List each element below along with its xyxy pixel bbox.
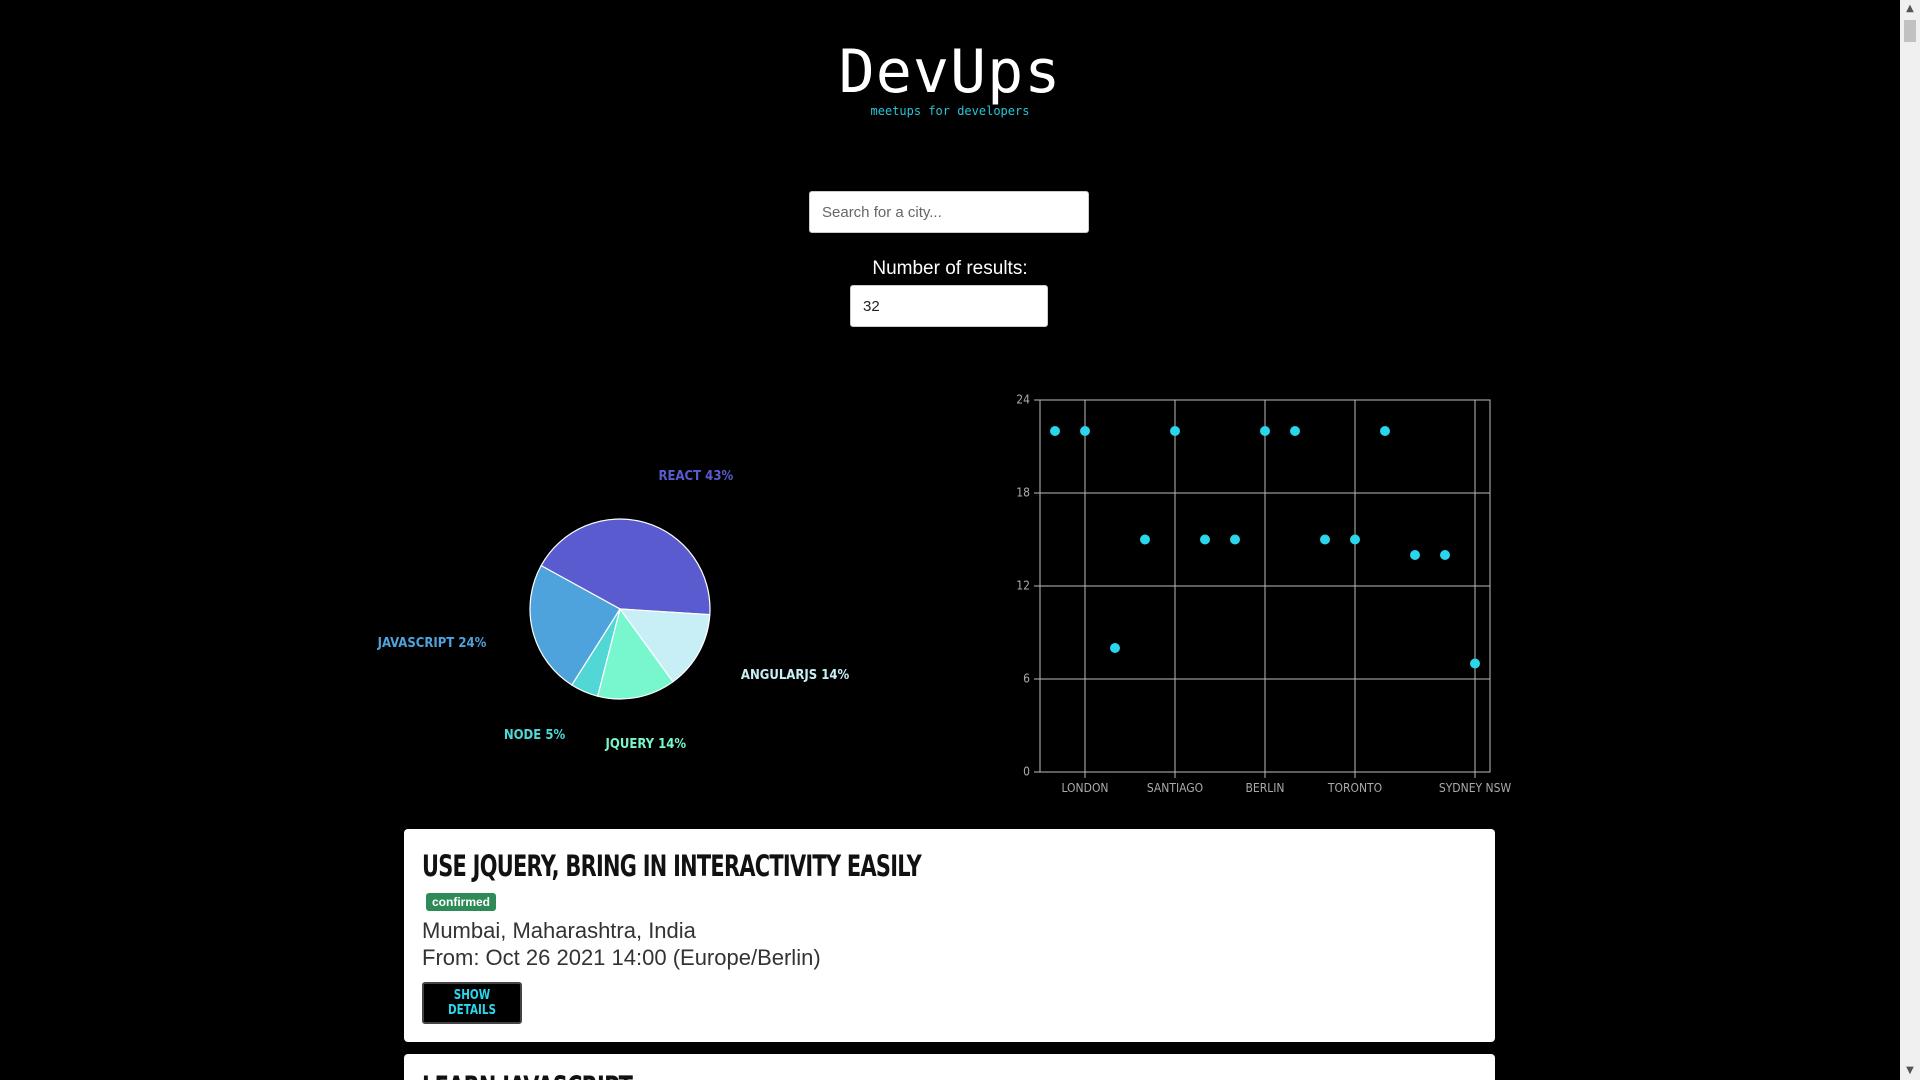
show-details-button[interactable]: Show details	[422, 982, 522, 1024]
scroll-down-icon[interactable]: ▼	[1900, 1062, 1920, 1080]
scatter-point[interactable]	[1290, 426, 1300, 436]
pie-label-jquery: JQUERY 14%	[605, 737, 687, 752]
status-badge: confirmed	[426, 893, 497, 911]
scatter-point[interactable]	[1140, 534, 1150, 545]
x-tick-label: BERLIN	[1246, 781, 1285, 795]
scatter-point[interactable]	[1350, 534, 1360, 545]
scatter-point[interactable]	[1110, 643, 1120, 653]
page: DevUps meetups for developers Number of …	[0, 0, 1900, 1080]
scatter-point[interactable]	[1320, 534, 1330, 545]
event-card: Use jQuery, bring in interactivity easil…	[404, 829, 1495, 1042]
city-scatter-chart: 0 6 12 18 24 LONDON SANTIAGO BERLIN TORONTO SYDNE…	[1016, 393, 1512, 796]
city-search-input[interactable]	[809, 191, 1089, 233]
brand: DevUps meetups for developers	[0, 38, 1900, 118]
number-of-results-input[interactable]	[850, 285, 1048, 327]
x-tick-label: LONDON	[1061, 781, 1108, 795]
pie-label-javascript: JAVASCRIPT 24%	[377, 636, 487, 651]
scatter-point[interactable]	[1200, 534, 1210, 545]
pie-label-node: NODE 5%	[504, 728, 566, 743]
scatter-point[interactable]	[1410, 550, 1420, 560]
scatter-point[interactable]	[1260, 426, 1270, 436]
y-tick-label: 12	[1016, 579, 1030, 593]
show-details-label: Show details	[447, 988, 497, 1018]
app-subtitle: meetups for developers	[870, 104, 1030, 118]
x-tick-label: SANTIAGO	[1147, 781, 1203, 795]
event-title: Use jQuery, bring in interactivity easil…	[422, 849, 922, 883]
topic-pie-chart: REACT 43% ANGULARJS 14% JQUERY 14% NODE 5% J…	[377, 469, 850, 752]
scatter-point[interactable]	[1470, 658, 1480, 669]
event-title: Learn JavaScript	[422, 1070, 633, 1080]
event-start-time: From: Oct 26 2021 14:00 (Europe/Berlin)	[422, 945, 821, 970]
y-tick-label: 24	[1016, 393, 1030, 407]
scatter-point[interactable]	[1170, 426, 1180, 436]
scatter-point[interactable]	[1380, 426, 1390, 436]
x-tick-label: SYDNEY NSW	[1439, 781, 1512, 795]
x-tick-label: TORONTO	[1327, 781, 1382, 795]
pie-label-react: REACT 43%	[659, 469, 734, 484]
event-card: Learn JavaScript	[404, 1054, 1495, 1080]
y-tick-label: 6	[1023, 672, 1030, 686]
scatter-point[interactable]	[1050, 426, 1060, 436]
number-of-results-label: Number of results:	[872, 258, 1028, 279]
event-location: Mumbai, Maharashtra, India	[422, 918, 696, 943]
scroll-thumb[interactable]	[1904, 20, 1916, 42]
pie-label-angularjs: ANGULARJS 14%	[741, 668, 850, 683]
y-tick-label: 0	[1023, 765, 1030, 779]
page-scrollbar[interactable]: ▲ ▼	[1900, 0, 1920, 1080]
app-title: DevUps	[838, 37, 1062, 107]
scatter-point[interactable]	[1230, 534, 1240, 545]
y-tick-label: 18	[1016, 486, 1030, 500]
scroll-up-icon[interactable]: ▲	[1900, 0, 1920, 18]
scatter-point[interactable]	[1080, 426, 1090, 436]
scatter-point[interactable]	[1440, 550, 1450, 560]
